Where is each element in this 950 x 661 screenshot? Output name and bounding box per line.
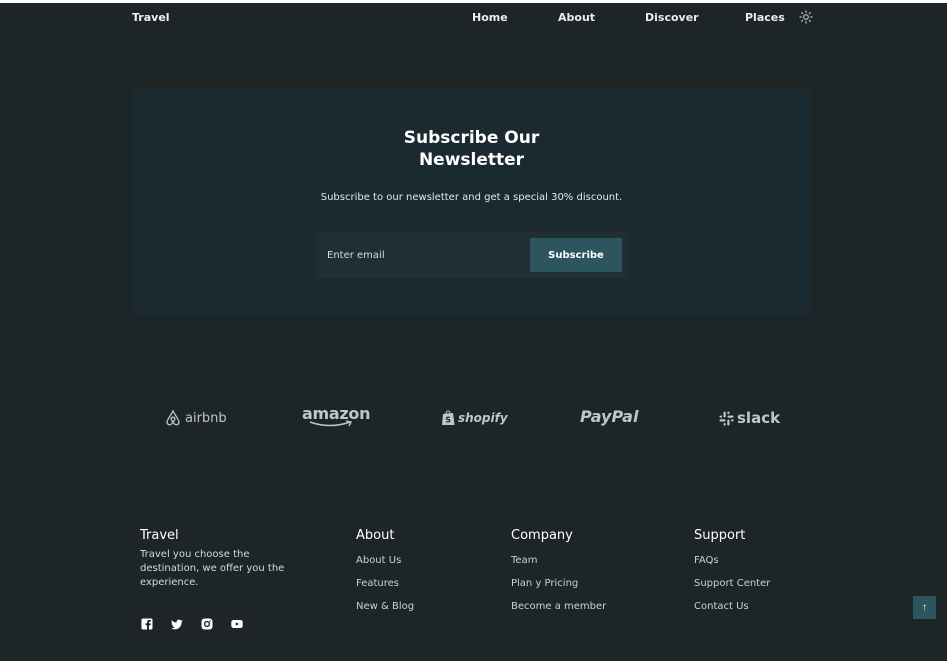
newsletter-title-line2: Newsletter [418,150,525,170]
amazon-logo[interactable]: amazon [302,404,370,428]
newsletter-description: Subscribe to our newsletter and get a sp… [320,192,623,203]
airbnb-text: airbnb [185,410,227,426]
newsletter-title-line1: Subscribe Our [403,128,540,148]
nav-home[interactable]: Home [472,11,508,24]
footer-link-team[interactable]: Team [511,555,606,569]
slack-logo[interactable]: slack [719,409,780,427]
footer-link-faqs[interactable]: FAQs [694,555,770,569]
paypal-text: PayPal [580,407,639,426]
shopify-bag-icon: S [442,410,455,425]
nav-about[interactable]: About [558,11,595,24]
sun-icon[interactable] [799,9,813,24]
shopify-text: shopify [458,411,508,425]
footer-link-plan-pricing[interactable]: Plan y Pricing [511,578,606,592]
footer-brand-title[interactable]: Travel [140,528,300,548]
twitter-icon[interactable] [171,615,183,630]
newsletter-form: Subscribe [316,232,628,278]
email-input[interactable] [316,232,526,278]
footer-link-contact-us[interactable]: Contact Us [694,601,770,615]
svg-text:S: S [445,416,451,425]
footer-link-about-us[interactable]: About Us [356,555,414,569]
footer-support: Support FAQs Support Center Contact Us [694,528,770,615]
header: Travel Home About Discover Places [0,3,947,31]
footer-brand: Travel Travel you choose the destination… [140,528,300,590]
shopify-logo[interactable]: S shopify [441,410,508,426]
footer-company: Company Team Plan y Pricing Become a mem… [511,528,606,615]
newsletter-section: Subscribe Our Newsletter Subscribe to ou… [132,89,811,316]
footer-brand-description: Travel you choose the destination, we of… [140,549,285,588]
footer-link-become-member[interactable]: Become a member [511,601,606,615]
arrow-up-icon: ↑ [922,602,927,613]
facebook-icon[interactable] [141,615,153,630]
paypal-logo[interactable]: PayPal [580,407,638,426]
airbnb-logo[interactable]: airbnb [164,409,227,427]
brand-logo[interactable]: Travel [132,11,170,24]
slack-text: slack [737,409,781,427]
footer-support-title: Support [694,528,746,543]
footer-link-features[interactable]: Features [356,578,414,592]
subscribe-button[interactable]: Subscribe [530,238,622,272]
slack-hash-icon [719,411,734,426]
youtube-icon[interactable] [231,615,243,628]
footer-about-title: About [356,528,395,543]
footer-company-title: Company [511,528,573,543]
amazon-smile-icon [309,420,353,427]
footer-link-news-blog[interactable]: New & Blog [356,601,414,615]
nav-places[interactable]: Places [745,11,785,24]
footer-about: About About Us Features New & Blog [356,528,414,615]
scroll-to-top-button[interactable]: ↑ [913,596,936,619]
instagram-icon[interactable] [201,615,213,630]
airbnb-icon [166,409,180,426]
footer-link-support-center[interactable]: Support Center [694,578,770,592]
nav-discover[interactable]: Discover [645,11,699,24]
newsletter-title: Subscribe Our Newsletter [132,127,811,171]
